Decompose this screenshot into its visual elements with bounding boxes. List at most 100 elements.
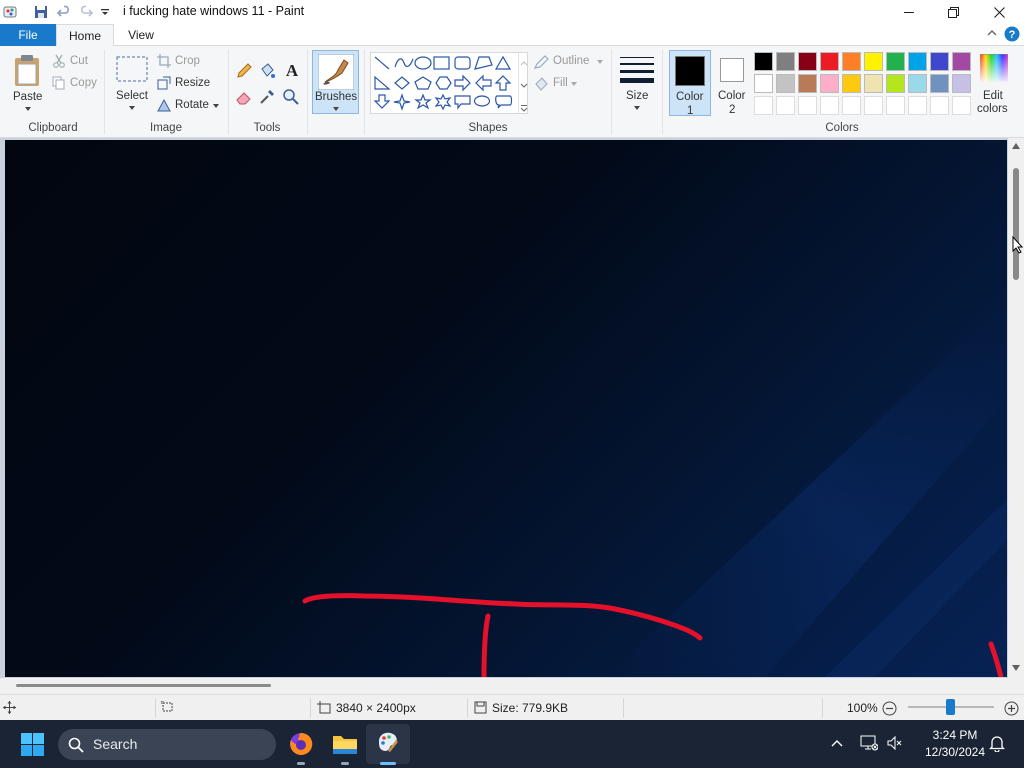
custom-color-slot[interactable] xyxy=(952,96,971,115)
palette-swatch[interactable] xyxy=(952,74,971,93)
minimize-ribbon-icon[interactable] xyxy=(986,27,998,42)
file-explorer-icon[interactable] xyxy=(332,732,358,756)
redo-icon[interactable] xyxy=(77,3,95,21)
palette-swatch[interactable] xyxy=(886,74,905,93)
shapes-group-label: Shapes xyxy=(468,122,508,134)
select-button[interactable]: Select xyxy=(112,52,152,116)
outline-label: Outline xyxy=(553,55,590,67)
palette-swatch[interactable] xyxy=(952,52,971,71)
custom-color-slot[interactable] xyxy=(842,96,861,115)
customize-quick-access-icon[interactable] xyxy=(96,3,114,21)
custom-color-slot[interactable] xyxy=(754,96,773,115)
color2-button[interactable]: Color 2 xyxy=(712,50,752,116)
taskbar-search-box[interactable]: Search xyxy=(58,729,276,760)
palette-swatch[interactable] xyxy=(820,52,839,71)
copy-button[interactable]: Copy xyxy=(52,76,102,94)
vertical-scroll-thumb[interactable] xyxy=(1013,168,1019,280)
shapes-gallery[interactable] xyxy=(370,52,528,114)
resize-label: Resize xyxy=(175,77,211,89)
status-divider xyxy=(623,698,624,718)
tab-file[interactable]: File xyxy=(0,24,56,46)
canvas-drawing xyxy=(302,300,1007,677)
palette-swatch[interactable] xyxy=(798,74,817,93)
color-palette[interactable] xyxy=(754,52,976,118)
clock-date[interactable]: 12/30/2024 xyxy=(914,745,996,759)
palette-swatch[interactable] xyxy=(908,74,927,93)
cut-button[interactable]: Cut xyxy=(52,54,102,72)
scroll-up-arrow[interactable] xyxy=(1012,143,1020,149)
file-size-icon xyxy=(474,701,487,714)
color-picker-icon[interactable] xyxy=(258,88,276,106)
palette-swatch[interactable] xyxy=(864,52,883,71)
zoom-out-icon[interactable] xyxy=(882,701,897,716)
horizontal-scroll-thumb[interactable] xyxy=(16,684,271,687)
pencil-icon[interactable] xyxy=(235,62,253,80)
color1-swatch xyxy=(675,56,705,86)
fill-bucket-icon[interactable] xyxy=(258,62,276,80)
custom-color-slot[interactable] xyxy=(776,96,795,115)
rotate-button[interactable]: Rotate xyxy=(157,98,221,116)
save-icon[interactable] xyxy=(32,3,50,21)
palette-swatch[interactable] xyxy=(930,74,949,93)
horizontal-scrollbar[interactable] xyxy=(0,678,1024,694)
zoom-in-icon[interactable] xyxy=(1004,701,1019,716)
palette-swatch[interactable] xyxy=(864,74,883,93)
edit-colors-button[interactable]: Edit colors xyxy=(976,52,1012,118)
network-icon[interactable] xyxy=(860,735,878,751)
color1-button[interactable]: Color 1 xyxy=(669,50,711,117)
ribbon-tabs: File Home View ? xyxy=(0,24,1024,47)
show-hidden-icons-icon[interactable] xyxy=(831,739,843,747)
palette-swatch[interactable] xyxy=(754,52,773,71)
start-button-icon[interactable] xyxy=(21,733,44,756)
clock-time[interactable]: 3:24 PM xyxy=(914,728,996,742)
brushes-button[interactable]: Brushes xyxy=(312,50,359,114)
custom-color-slot[interactable] xyxy=(864,96,883,115)
close-button[interactable] xyxy=(976,0,1022,24)
paint-app-icon[interactable] xyxy=(2,3,20,21)
palette-swatch[interactable] xyxy=(930,52,949,71)
palette-swatch[interactable] xyxy=(776,52,795,71)
drawing-canvas[interactable] xyxy=(5,140,1007,677)
group-divider xyxy=(104,50,105,134)
custom-color-slot[interactable] xyxy=(820,96,839,115)
group-divider xyxy=(228,50,229,134)
tab-home[interactable]: Home xyxy=(56,24,114,47)
notifications-bell-icon[interactable] xyxy=(989,735,1005,752)
palette-swatch[interactable] xyxy=(776,74,795,93)
paste-button[interactable]: Paste xyxy=(6,48,48,116)
outline-button[interactable]: Outline xyxy=(533,54,605,72)
palette-swatch[interactable] xyxy=(754,74,773,93)
minimize-button[interactable] xyxy=(886,0,932,24)
palette-swatch[interactable] xyxy=(842,74,861,93)
paint-taskbar-button[interactable] xyxy=(366,724,410,764)
zoom-slider-thumb[interactable] xyxy=(946,699,955,715)
custom-color-slot[interactable] xyxy=(886,96,905,115)
paste-label: Paste xyxy=(13,91,43,103)
resize-button[interactable]: Resize xyxy=(157,76,221,94)
custom-color-slot[interactable] xyxy=(798,96,817,115)
undo-icon[interactable] xyxy=(55,3,73,21)
tab-view[interactable]: View xyxy=(118,24,164,46)
crop-button[interactable]: Crop xyxy=(157,54,217,72)
vertical-scrollbar[interactable] xyxy=(1008,138,1024,678)
palette-swatch[interactable] xyxy=(886,52,905,71)
palette-swatch[interactable] xyxy=(842,52,861,71)
maximize-button[interactable] xyxy=(930,0,976,24)
shapes-grid[interactable] xyxy=(371,53,521,115)
shapes-scroll[interactable] xyxy=(518,53,528,113)
eraser-icon[interactable] xyxy=(235,88,253,106)
magnifier-icon[interactable] xyxy=(282,88,300,106)
palette-swatch[interactable] xyxy=(798,52,817,71)
scroll-down-arrow[interactable] xyxy=(1012,665,1020,671)
custom-color-slot[interactable] xyxy=(908,96,927,115)
fill-button[interactable]: Fill xyxy=(533,76,583,94)
color1-label-line1: Color xyxy=(676,91,704,103)
size-button[interactable]: Size xyxy=(617,52,657,116)
custom-color-slot[interactable] xyxy=(930,96,949,115)
text-tool-icon[interactable]: A xyxy=(282,60,302,80)
firefox-icon[interactable] xyxy=(289,732,313,756)
help-icon[interactable]: ? xyxy=(1004,26,1020,45)
palette-swatch[interactable] xyxy=(820,74,839,93)
volume-muted-icon[interactable] xyxy=(886,735,904,751)
palette-swatch[interactable] xyxy=(908,52,927,71)
